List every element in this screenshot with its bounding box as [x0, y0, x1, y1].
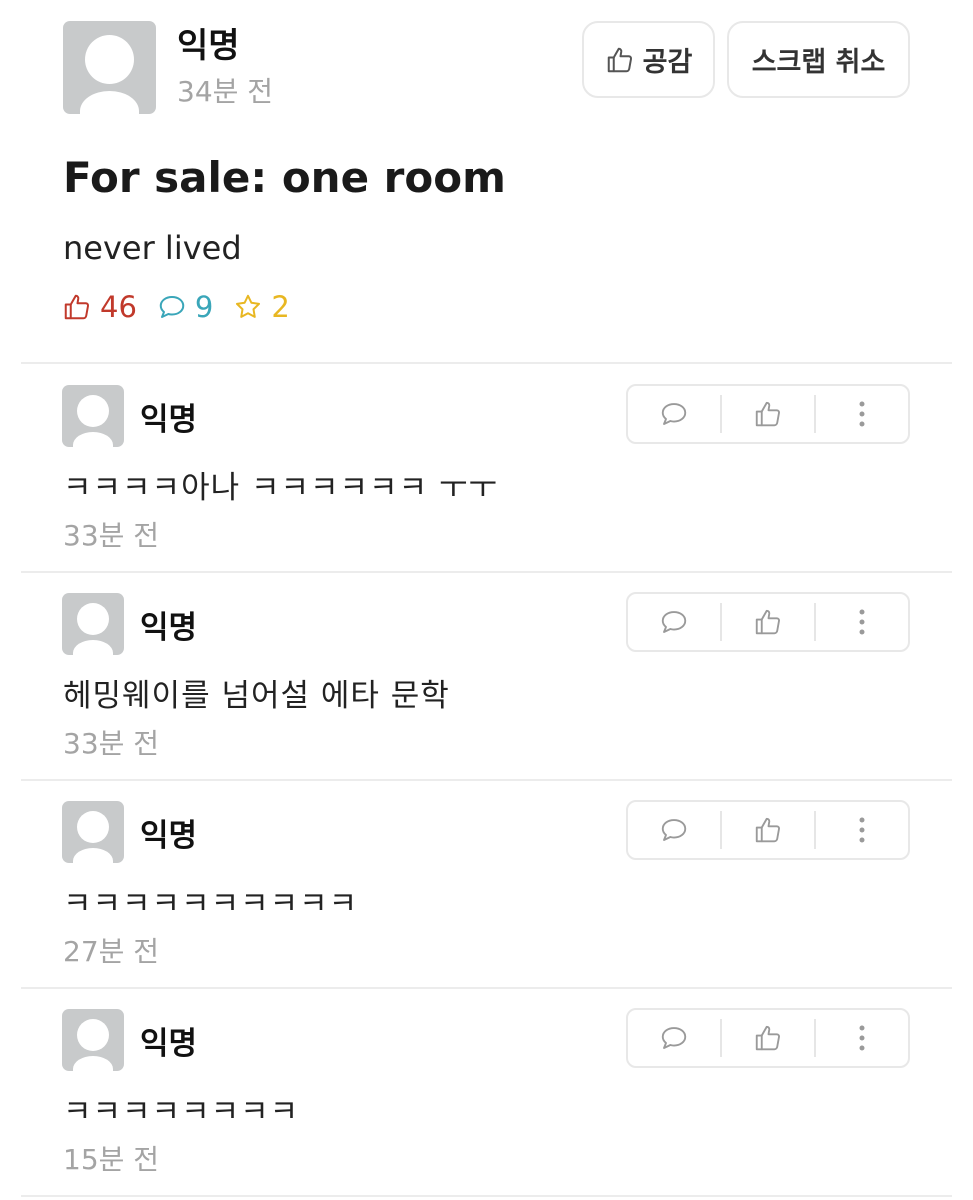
- avatar-head: [77, 811, 109, 843]
- scrap-cancel-label: 스크랩 취소: [751, 47, 886, 78]
- comment-actions: [626, 1008, 910, 1068]
- reply-button[interactable]: [628, 386, 720, 442]
- avatar-body: [73, 640, 113, 655]
- comment-text: ㅋㅋㅋㅋㅋㅋㅋㅋ: [63, 1094, 300, 1130]
- more-vertical-icon: [859, 609, 865, 635]
- post-body: never lived: [63, 229, 242, 267]
- more-vertical-icon: [859, 1025, 865, 1051]
- avatar-body: [80, 91, 139, 114]
- reply-bubble-icon: [661, 611, 687, 633]
- comment-avatar: [62, 385, 124, 447]
- comment-like-button[interactable]: [722, 1010, 814, 1066]
- avatar-head: [85, 35, 134, 84]
- comment-timestamp: 33분 전: [63, 519, 160, 552]
- comment-text: ㅋㅋㅋㅋ아나 ㅋㅋㅋㅋㅋㅋ ㅜㅜ: [63, 470, 498, 506]
- avatar-head: [77, 395, 109, 427]
- comment-item: 익명 ㅋㅋㅋㅋㅋㅋㅋㅋ 15분 전: [0, 988, 973, 1196]
- more-options-button[interactable]: [816, 386, 908, 442]
- avatar-body: [73, 432, 113, 447]
- reply-bubble-icon: [661, 1027, 687, 1049]
- like-count: 46: [62, 290, 137, 324]
- avatar-body: [73, 848, 113, 863]
- post-title: For sale: one room: [63, 153, 506, 202]
- comment-timestamp: 27분 전: [63, 935, 160, 968]
- reply-button[interactable]: [628, 1010, 720, 1066]
- thumbs-up-icon: [755, 1025, 780, 1051]
- thumbs-up-icon: [755, 609, 780, 635]
- divider: [21, 1195, 952, 1197]
- scrap-cancel-button[interactable]: 스크랩 취소: [727, 21, 910, 98]
- more-options-button[interactable]: [816, 1010, 908, 1066]
- comment-author: 익명: [140, 1026, 198, 1062]
- scrap-count-value: 2: [271, 290, 290, 324]
- avatar-head: [77, 603, 109, 635]
- comment-like-button[interactable]: [722, 802, 814, 858]
- comment-avatar: [62, 1009, 124, 1071]
- post-author-name: 익명: [177, 26, 240, 66]
- comment-author: 익명: [140, 402, 198, 438]
- more-options-button[interactable]: [816, 594, 908, 650]
- scrap-count: 2: [233, 290, 290, 324]
- comment-timestamp: 33분 전: [63, 727, 160, 760]
- speech-bubble-icon: [159, 296, 185, 318]
- post-author-avatar: [63, 21, 156, 114]
- like-button[interactable]: 공감: [582, 21, 715, 98]
- avatar-body: [73, 1056, 113, 1071]
- comment-avatar: [62, 801, 124, 863]
- reply-button[interactable]: [628, 594, 720, 650]
- post-stats: 46 9 2: [62, 288, 310, 326]
- comment-item: 익명 ㅋㅋㅋㅋ아나 ㅋㅋㅋㅋㅋㅋ ㅜㅜ 33분 전: [0, 364, 973, 572]
- comment-item: 익명 ㅋㅋㅋㅋㅋㅋㅋㅋㅋㅋ 27분 전: [0, 780, 973, 988]
- comment-like-button[interactable]: [722, 594, 814, 650]
- avatar-head: [77, 1019, 109, 1051]
- like-button-label: 공감: [642, 47, 693, 78]
- comment-like-button[interactable]: [722, 386, 814, 442]
- comment-actions: [626, 384, 910, 444]
- comment-actions: [626, 800, 910, 860]
- thumbs-up-icon: [607, 47, 632, 72]
- star-icon: [236, 294, 261, 318]
- like-count-value: 46: [100, 290, 137, 324]
- more-options-button[interactable]: [816, 802, 908, 858]
- comment-item: 익명 헤밍웨이를 넘어설 에타 문학 33분 전: [0, 572, 973, 780]
- thumbs-up-icon: [755, 401, 780, 427]
- reply-bubble-icon: [661, 819, 687, 841]
- post-timestamp: 34분 전: [177, 75, 274, 108]
- comment-text: ㅋㅋㅋㅋㅋㅋㅋㅋㅋㅋ: [63, 886, 359, 922]
- comment-text: 헤밍웨이를 넘어설 에타 문학: [63, 678, 450, 714]
- comment-count: 9: [157, 290, 213, 324]
- comment-author: 익명: [140, 610, 198, 646]
- more-vertical-icon: [859, 401, 865, 427]
- comment-avatar: [62, 593, 124, 655]
- reply-button[interactable]: [628, 802, 720, 858]
- comment-author: 익명: [140, 818, 198, 854]
- more-vertical-icon: [859, 817, 865, 843]
- comment-actions: [626, 592, 910, 652]
- thumbs-up-icon: [755, 817, 780, 843]
- thumbs-up-icon: [64, 294, 90, 320]
- comment-timestamp: 15분 전: [63, 1143, 160, 1176]
- reply-bubble-icon: [661, 403, 687, 425]
- comment-count-value: 9: [194, 290, 214, 324]
